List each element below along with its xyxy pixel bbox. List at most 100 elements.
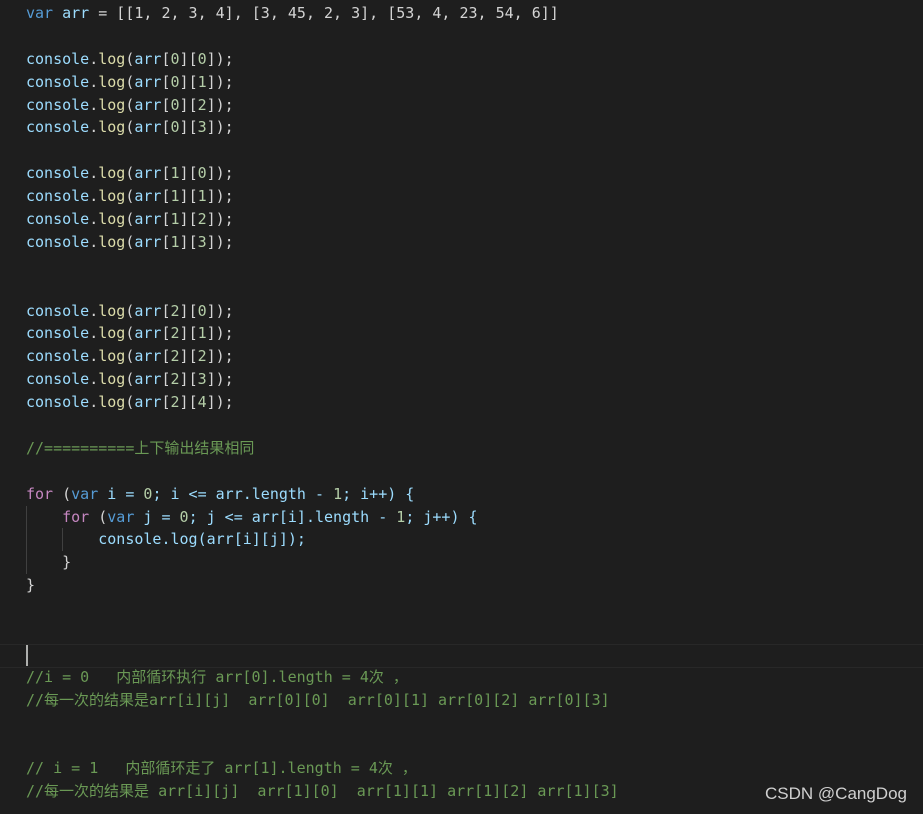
index-j: 2	[197, 347, 207, 366]
dot: .	[89, 49, 99, 68]
bracket-close: ]	[206, 347, 216, 366]
number-literal: 1	[333, 484, 343, 503]
console-object: console	[26, 370, 90, 389]
code-line-arr-declaration[interactable]: var arr = [[1, 2, 3, 4], [3, 45, 2, 3], …	[26, 2, 923, 25]
code-line-log[interactable]: console.log(arr[1][2]);	[26, 208, 923, 231]
bracket-open: [	[188, 347, 198, 366]
blank-line[interactable]	[26, 735, 923, 758]
bracket-close: ]	[206, 164, 216, 183]
index-j: 0	[197, 301, 207, 320]
code-line-log[interactable]: console.log(arr[1][3]);	[26, 231, 923, 254]
identifier-arr: arr	[134, 301, 162, 320]
bracket-open: [	[161, 118, 171, 137]
code-line-log[interactable]: console.log(arr[1][1]);	[26, 185, 923, 208]
identifier-arr: arr	[134, 118, 162, 137]
log-method: log	[98, 301, 126, 320]
blank-line[interactable]	[26, 597, 923, 620]
console-object: console	[26, 72, 90, 91]
blank-line[interactable]	[26, 712, 923, 735]
keyword-var: var	[107, 507, 135, 526]
bracket-open: [	[161, 232, 171, 251]
bracket-close: ]	[179, 164, 189, 183]
code-line-log[interactable]: console.log(arr[2][2]);	[26, 345, 923, 368]
blank-line[interactable]	[26, 139, 923, 162]
identifier-arr: arr	[134, 72, 162, 91]
index-j: 0	[197, 164, 207, 183]
code-line-log[interactable]: console.log(arr[0][0]);	[26, 48, 923, 71]
loop-condition: ; i <= arr.length -	[152, 484, 334, 503]
code-line-current[interactable]	[26, 643, 923, 666]
closing-brace: }	[62, 553, 72, 572]
bracket-close: ]	[206, 118, 216, 137]
array-literal: = [[1, 2, 3, 4], [3, 45, 2, 3], [53, 4, …	[89, 4, 559, 22]
identifier-arr: arr	[134, 187, 162, 206]
code-line-log[interactable]: console.log(arr[2][3]);	[26, 368, 923, 391]
console-object: console	[26, 210, 90, 229]
code-line-log[interactable]: console.log(arr[2][1]);	[26, 322, 923, 345]
code-comment-i0-b[interactable]: //每一次的结果是arr[i][j] arr[0][0] arr[0][1] a…	[26, 689, 923, 712]
bracket-close: ]	[179, 187, 189, 206]
bracket-close: ]	[179, 324, 189, 343]
code-line-outer-close[interactable]: }	[26, 574, 923, 597]
code-line-inner-log[interactable]: console.log(arr[i][j]);	[26, 528, 923, 552]
bracket-close: ]	[179, 393, 189, 412]
log-method: log	[98, 232, 126, 251]
bracket-close: ]	[179, 72, 189, 91]
code-line-inner-close[interactable]: }	[26, 551, 923, 575]
code-line-log[interactable]: console.log(arr[0][2]);	[26, 94, 923, 117]
code-line-log[interactable]: console.log(arr[2][4]);	[26, 391, 923, 414]
keyword-var: var	[26, 4, 54, 22]
code-line-outer-for[interactable]: for (var i = 0; i <= arr.length - 1; i++…	[26, 483, 923, 506]
blank-line[interactable]	[26, 254, 923, 277]
statement-end: );	[215, 49, 234, 68]
code-comment-i1-a[interactable]: // i = 1 内部循环走了 arr[1].length = 4次 ，	[26, 757, 923, 780]
closing-brace: }	[26, 576, 36, 595]
log-method: log	[98, 95, 126, 114]
bracket-open: [	[188, 164, 198, 183]
bracket-close: ]	[206, 393, 216, 412]
index-i: 0	[170, 118, 180, 137]
index-i: 0	[170, 49, 180, 68]
code-comment-same-output[interactable]: //==========上下输出结果相同	[26, 437, 923, 460]
blank-line[interactable]	[26, 277, 923, 300]
blank-line[interactable]	[26, 25, 923, 48]
bracket-close: ]	[179, 49, 189, 68]
bracket-open: [	[161, 210, 171, 229]
statement-end: );	[215, 393, 234, 412]
bracket-close: ]	[206, 49, 216, 68]
bracket-open: [	[188, 95, 198, 114]
dot: .	[89, 370, 99, 389]
code-line-log[interactable]: console.log(arr[2][0]);	[26, 300, 923, 323]
statement-end: );	[215, 164, 234, 183]
log-method: log	[98, 72, 126, 91]
code-line-log[interactable]: console.log(arr[0][3]);	[26, 116, 923, 139]
statement-end: );	[215, 347, 234, 366]
code-line-inner-for[interactable]: for (var j = 0; j <= arr[i].length - 1; …	[26, 505, 923, 529]
index-i: 1	[170, 232, 180, 251]
dot: .	[89, 347, 99, 366]
blank-line[interactable]	[26, 460, 923, 483]
index-i: 0	[170, 72, 180, 91]
loop-init: i =	[98, 484, 144, 503]
bracket-open: [	[188, 301, 198, 320]
blank-line[interactable]	[26, 620, 923, 643]
bracket-open: [	[161, 324, 171, 343]
code-editor[interactable]: var arr = [[1, 2, 3, 4], [3, 45, 2, 3], …	[0, 0, 923, 814]
index-i: 1	[170, 164, 180, 183]
dot: .	[89, 301, 99, 320]
code-comment-i0-a[interactable]: //i = 0 内部循环执行 arr[0].length = 4次 ，	[26, 666, 923, 689]
blank-line[interactable]	[26, 414, 923, 437]
code-line-log[interactable]: console.log(arr[0][1]);	[26, 71, 923, 94]
statement-end: );	[215, 324, 234, 343]
bracket-open: [	[161, 393, 171, 412]
console-object: console	[26, 187, 90, 206]
keyword-var: var	[71, 484, 99, 503]
identifier-arr: arr	[134, 370, 162, 389]
code-line-log[interactable]: console.log(arr[1][0]);	[26, 162, 923, 185]
console-object: console	[26, 232, 90, 251]
code-lines: var arr = [[1, 2, 3, 4], [3, 45, 2, 3], …	[26, 2, 923, 803]
bracket-close: ]	[206, 324, 216, 343]
index-i: 2	[170, 324, 180, 343]
bracket-close: ]	[206, 301, 216, 320]
number-literal: 0	[179, 507, 189, 526]
